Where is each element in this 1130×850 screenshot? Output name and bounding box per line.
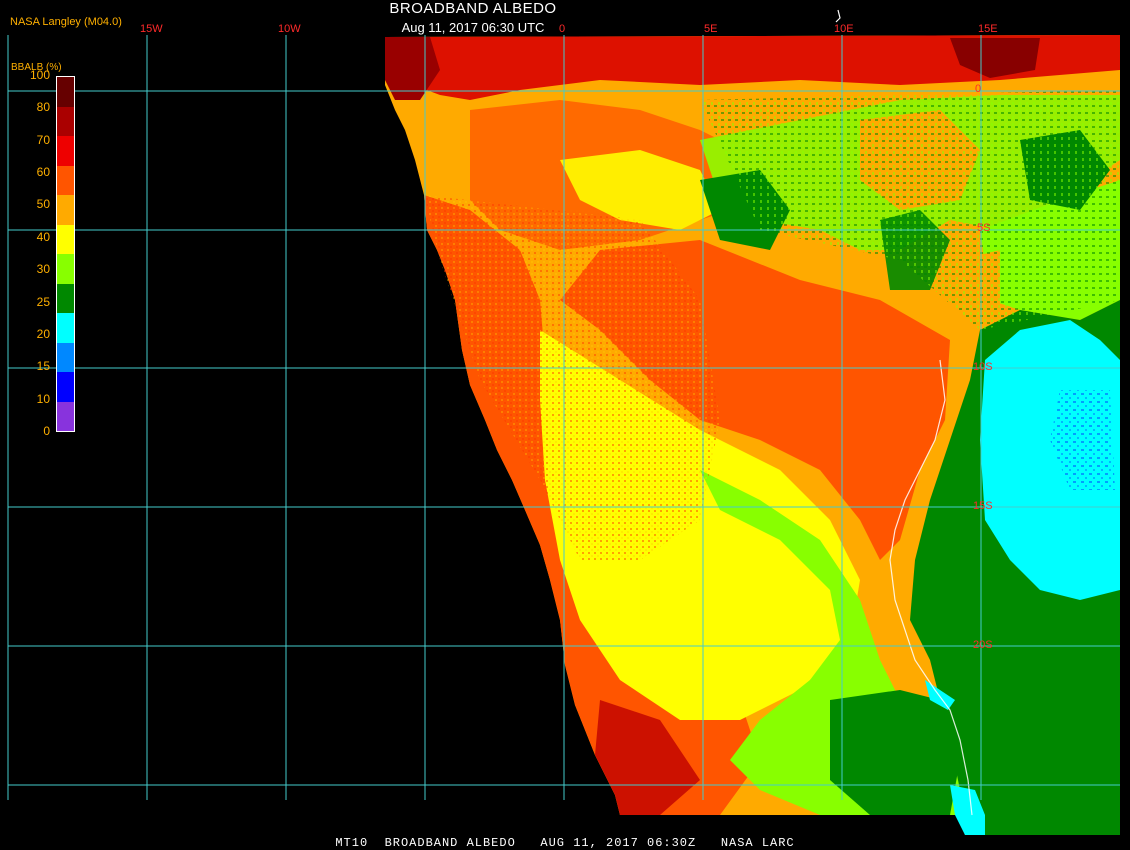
lat-label-0: 0 [975,83,982,95]
organization-label: NASA Langley (M04.0) [10,16,122,28]
legend-swatch [57,106,74,136]
region-green-south [830,690,960,815]
legend-color-bar [56,76,75,432]
legend-tick-label: 60 [36,165,50,180]
legend-swatch [57,283,74,313]
footer-caption: MT10 BROADBAND ALBEDO AUG 11, 2017 06:30… [335,836,795,850]
lat-label-5s: 5S [977,222,991,234]
satellite-map-view: BROADBAND ALBEDO Aug 11, 2017 06:30 UTC … [0,0,1130,850]
legend-tick-label: 15 [36,359,50,374]
lon-label-15e: 15E [978,23,998,35]
legend-swatch [57,165,74,195]
legend-tick-label: 100 [29,68,50,82]
lat-label-15s: 15S [973,500,993,512]
legend-swatch [57,254,74,284]
legend-swatch [57,136,74,166]
legend-tick-label: 70 [36,132,50,147]
lon-label-5e: 5E [704,23,718,35]
legend-swatch [57,342,74,372]
legend-swatch [57,77,74,107]
legend-tick-label: 40 [36,229,50,244]
legend-swatch [57,401,74,431]
legend-swatch [57,313,74,343]
legend-tick-label: 80 [36,100,50,115]
legend-tick-label: 0 [43,424,50,438]
legend-tick-label: 10 [36,391,50,406]
legend-tick-label: 50 [36,197,50,212]
legend-swatch [57,372,74,402]
lat-label-10s: 10S [973,361,993,373]
albedo-map [7,9,1120,835]
lon-label-0: 0 [559,23,566,35]
legend-tick-label: 30 [36,262,50,277]
legend-swatch [57,195,74,225]
lat-label-20s: 20S [973,639,993,651]
lon-label-10w: 10W [278,23,301,35]
lon-label-15w: 15W [140,23,163,35]
lon-label-10e: 10E [834,23,854,35]
legend-swatch [57,224,74,254]
legend-tick-label: 25 [36,294,50,309]
map-title: BROADBAND ALBEDO [389,0,557,17]
legend-tick-label: 20 [36,326,50,341]
